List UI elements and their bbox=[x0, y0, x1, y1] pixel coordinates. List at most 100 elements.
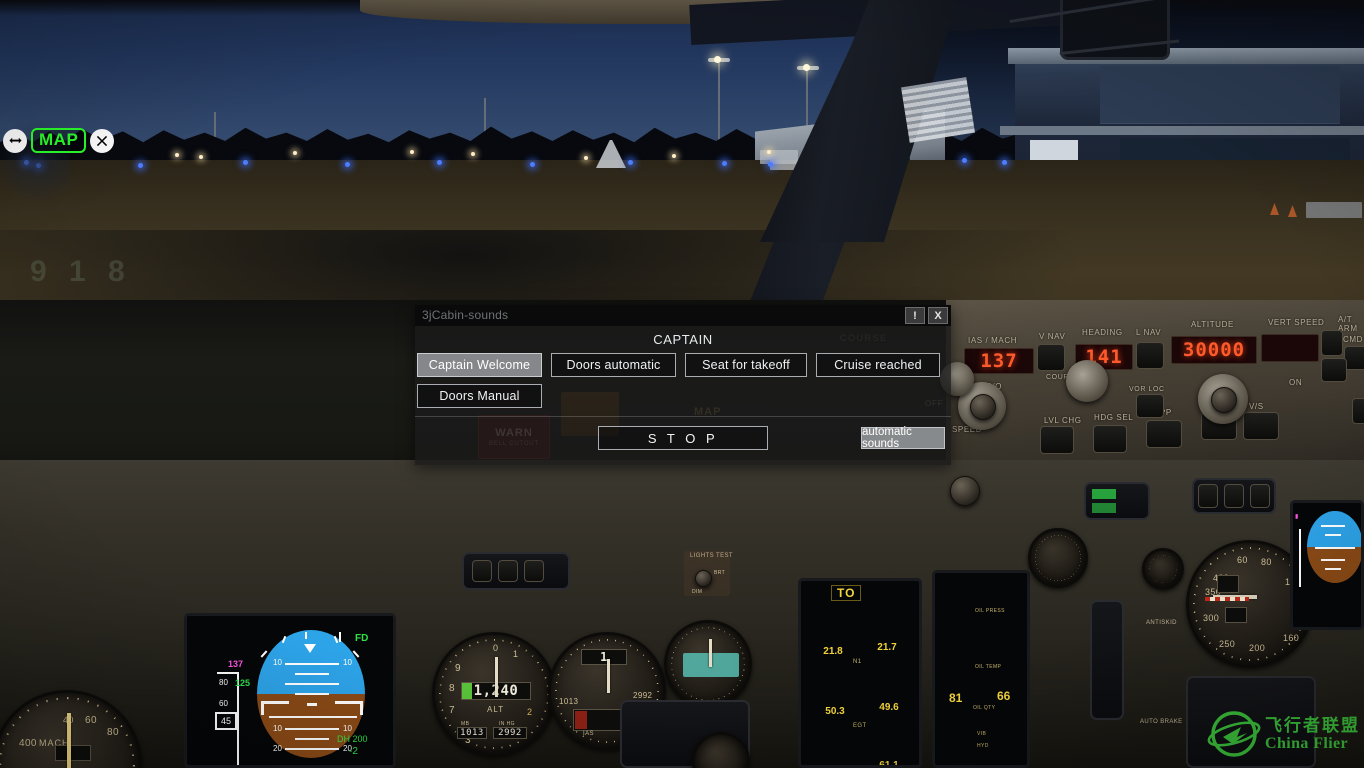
dialog-title-bar[interactable]: 3jCabin-sounds ! X bbox=[415, 305, 951, 326]
oil-temp-label: OIL TEMP bbox=[975, 664, 1002, 670]
pitch-line bbox=[285, 663, 339, 665]
aircraft-symbol-right-bar bbox=[360, 701, 363, 715]
toggle-switch[interactable] bbox=[472, 560, 492, 582]
alt-label: ALT bbox=[487, 705, 505, 714]
horizon-line bbox=[269, 716, 357, 718]
fo-as-tick: 200 bbox=[1249, 643, 1266, 653]
mcp-display-altitude: 30000 bbox=[1171, 336, 1257, 364]
mcp-button-app[interactable] bbox=[1146, 420, 1182, 448]
taxiway-light bbox=[138, 163, 143, 168]
fo-as-barber-pole bbox=[1205, 597, 1249, 601]
terminal-glass bbox=[1100, 66, 1340, 124]
toggle-switch[interactable] bbox=[524, 560, 544, 582]
mcp-button-n1[interactable] bbox=[1321, 358, 1347, 382]
stop-button[interactable]: S T O P bbox=[598, 426, 768, 450]
pitch-label: 10 bbox=[273, 658, 282, 667]
airspeed-needle bbox=[67, 713, 71, 768]
apron-light bbox=[767, 150, 771, 154]
fo-speed-tape bbox=[1299, 529, 1301, 587]
map-widget[interactable]: MAP bbox=[3, 128, 115, 153]
mcp-label-lnav: L NAV bbox=[1136, 328, 1162, 337]
china-flier-logo-icon bbox=[1207, 710, 1263, 760]
right-toggle[interactable] bbox=[1224, 484, 1244, 508]
right-toggle[interactable] bbox=[1250, 484, 1270, 508]
altimeter[interactable]: 9 8 7 3 0 1 2 1,240 ALT MB 1013 IN HG 29… bbox=[432, 632, 556, 756]
speed-tick: 80 bbox=[219, 678, 228, 687]
speed-tick: 45 bbox=[220, 716, 231, 726]
pfd-fo[interactable]: ▮ bbox=[1290, 500, 1364, 630]
map-toggle-button[interactable]: MAP bbox=[31, 128, 87, 153]
mcp-button-at-arm[interactable] bbox=[1321, 330, 1343, 356]
flight-director-flag: FD bbox=[355, 633, 369, 644]
lights-test-knob[interactable] bbox=[695, 570, 712, 587]
center-knob[interactable] bbox=[950, 476, 980, 506]
taxiway-marking: 9 1 8 bbox=[30, 255, 132, 288]
engine-display-secondary[interactable]: OIL PRESS OIL TEMP 81 66 OIL QTY VIB HYD bbox=[932, 570, 1030, 768]
annunciator-light-green bbox=[1092, 489, 1116, 499]
apron-light bbox=[584, 156, 588, 160]
engine-mode-label: TO bbox=[831, 585, 862, 601]
mcp-display-vert-speed bbox=[1261, 334, 1319, 362]
mcp-button-lnav[interactable] bbox=[1136, 342, 1164, 369]
fo-horizon-line bbox=[1315, 547, 1355, 549]
pfd-captain[interactable]: 10 10 10 10 20 20 FD 137 125 80 60 45 DH… bbox=[184, 613, 396, 768]
oil-temp-gauge-left bbox=[943, 651, 975, 683]
right-toggle[interactable] bbox=[1198, 484, 1218, 508]
speed-readout-box: 45 bbox=[215, 712, 237, 730]
cabin-sounds-dialog[interactable]: 3jCabin-sounds ! X CAPTAIN Captain Welco… bbox=[415, 305, 951, 465]
ias-label: IAS bbox=[583, 731, 594, 737]
mcp-label-hdgsel: HDG SEL bbox=[1094, 413, 1134, 422]
aircraft-symbol-center bbox=[307, 703, 317, 706]
mcp-button-lvl-chg[interactable] bbox=[1040, 426, 1074, 454]
mcp-button-hdg-sel[interactable] bbox=[1093, 425, 1127, 453]
close-icon[interactable] bbox=[90, 128, 115, 153]
engine-display-primary[interactable]: TO 21.8 21.7 N1 50.3 49.6 EGT 61.1 bbox=[798, 578, 922, 768]
info-button[interactable]: ! bbox=[905, 307, 925, 324]
n1-label: N1 bbox=[853, 659, 862, 665]
captain-welcome-button[interactable]: Captain Welcome bbox=[417, 353, 542, 377]
mcp-button-spare[interactable] bbox=[1352, 398, 1364, 424]
oil-press-gauge-left bbox=[943, 595, 975, 627]
mcp-knob-speed-inner[interactable] bbox=[970, 394, 996, 420]
mcp-knob-altitude-inner[interactable] bbox=[1211, 387, 1237, 413]
taxiway-light bbox=[768, 162, 773, 167]
barrier bbox=[1306, 202, 1362, 218]
doors-manual-button[interactable]: Doors Manual bbox=[417, 384, 542, 408]
mcp-label-heading: HEADING bbox=[1082, 328, 1123, 337]
close-button[interactable]: X bbox=[928, 307, 948, 324]
mcp-button-vor-loc[interactable] bbox=[1136, 394, 1164, 418]
fo-pitch-line bbox=[1321, 525, 1345, 527]
n1-value-left: 21.8 bbox=[823, 645, 843, 657]
fd-bar bbox=[339, 632, 341, 642]
fo-as-tick: 300 bbox=[1203, 613, 1220, 623]
mcp-button-vs[interactable] bbox=[1243, 412, 1279, 440]
sound-button-row-1: Captain Welcome Doors automatic Seat for… bbox=[415, 353, 951, 377]
watermark: 飞行者联盟 China Flier bbox=[1207, 710, 1360, 760]
toggle-switch[interactable] bbox=[498, 560, 518, 582]
clock-gauge[interactable] bbox=[1028, 528, 1088, 588]
pitch-line bbox=[285, 728, 339, 730]
cruise-reached-button[interactable]: Cruise reached bbox=[816, 353, 940, 377]
automatic-sounds-button[interactable]: automatic sounds bbox=[861, 426, 945, 450]
section-title-captain: CAPTAIN bbox=[653, 332, 713, 347]
dialog-window-controls[interactable]: ! X bbox=[905, 307, 948, 324]
brake-pressure-gauge[interactable] bbox=[1142, 548, 1184, 590]
mcp-label-lvlchg: LVL CHG bbox=[1044, 416, 1082, 425]
n2-gauge-right: 61.1 bbox=[869, 745, 909, 766]
move-icon[interactable] bbox=[3, 128, 27, 153]
watermark-english: China Flier bbox=[1265, 734, 1349, 752]
egt-gauge-left: 50.3 bbox=[815, 691, 855, 731]
vsi-tick: 1013 bbox=[559, 697, 579, 706]
mcp-knob-course-left[interactable] bbox=[1066, 360, 1108, 402]
hyd-label: HYD bbox=[977, 743, 989, 749]
standby-gauge[interactable] bbox=[664, 620, 752, 708]
mcp-button-vnav[interactable] bbox=[1037, 344, 1065, 371]
vsi-needle bbox=[607, 659, 610, 693]
dialog-footer: S T O P automatic sounds bbox=[415, 417, 951, 465]
doors-automatic-button[interactable]: Doors automatic bbox=[551, 353, 676, 377]
fo-as-tick: 60 bbox=[1237, 555, 1248, 565]
pole-lamp bbox=[714, 56, 721, 63]
apron-light bbox=[175, 153, 179, 157]
seat-for-takeoff-button[interactable]: Seat for takeoff bbox=[685, 353, 807, 377]
mcp-button-cmd[interactable] bbox=[1344, 346, 1364, 370]
